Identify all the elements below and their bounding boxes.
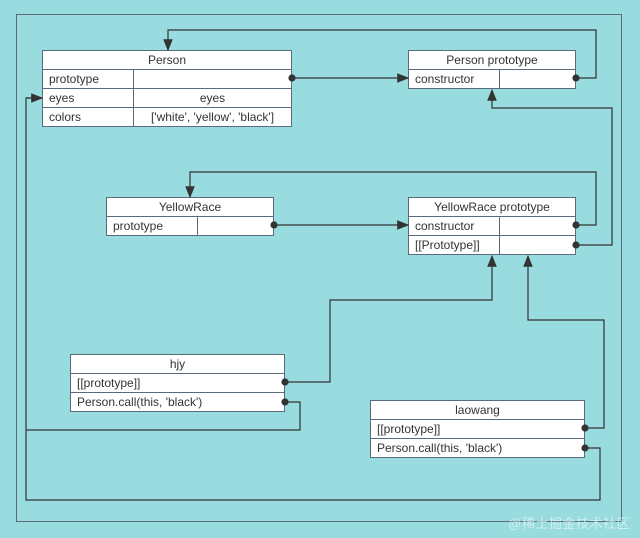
diagram-canvas: Person prototype eyeseyes colors['white'… [0, 0, 640, 538]
box-title: YellowRace prototype [409, 198, 575, 217]
box-yellowrace: YellowRace prototype [106, 197, 274, 236]
box-title: Person [43, 51, 291, 70]
box-yellowrace-prototype: YellowRace prototype constructor [[Proto… [408, 197, 576, 255]
box-laowang: laowang [[prototype]] Person.call(this, … [370, 400, 585, 458]
box-title: laowang [371, 401, 584, 420]
watermark: @稀土掘金技术社区 [508, 513, 630, 532]
box-person: Person prototype eyeseyes colors['white'… [42, 50, 292, 127]
box-person-prototype: Person prototype constructor [408, 50, 576, 89]
box-title: Person prototype [409, 51, 575, 70]
box-title: hjy [71, 355, 284, 374]
box-title: YellowRace [107, 198, 273, 217]
box-hjy: hjy [[prototype]] Person.call(this, 'bla… [70, 354, 285, 412]
